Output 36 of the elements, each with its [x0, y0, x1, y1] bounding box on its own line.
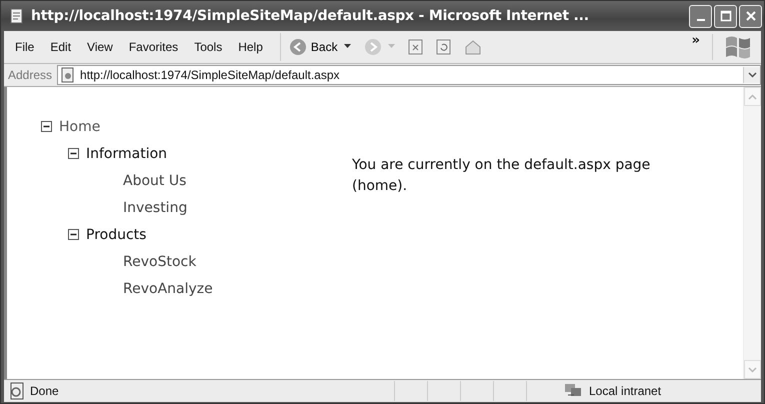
- tree-node-link[interactable]: Home: [59, 118, 100, 134]
- close-icon: [744, 10, 756, 22]
- page-message: You are currently on the default.aspx page (home).: [352, 156, 652, 196]
- tree-node-link[interactable]: Investing: [123, 200, 188, 216]
- status-text: Done: [30, 384, 60, 398]
- toolbar-chevron[interactable]: »: [692, 33, 700, 48]
- menu-item[interactable]: File: [8, 40, 44, 54]
- tree-node-link[interactable]: Products: [86, 226, 146, 242]
- maximize-icon: [720, 10, 732, 22]
- network-icon: [563, 383, 583, 399]
- refresh-icon[interactable]: [436, 39, 452, 55]
- menu-item[interactable]: Tools: [187, 40, 232, 54]
- maximize-button[interactable]: [714, 4, 737, 28]
- menu-item[interactable]: Help: [231, 40, 272, 54]
- zone-text: Local intranet: [589, 384, 662, 398]
- address-field[interactable]: http://localhost:1974/SimpleSiteMap/default.aspx: [57, 65, 761, 85]
- minimize-button[interactable]: [689, 4, 712, 28]
- menu-item[interactable]: View: [80, 40, 122, 54]
- back-button[interactable]: Back: [288, 38, 338, 56]
- tree-node-link[interactable]: RevoAnalyze: [123, 280, 213, 296]
- tree-node-link[interactable]: Information: [86, 146, 168, 162]
- collapse-icon[interactable]: [41, 121, 52, 132]
- close-button[interactable]: [739, 4, 762, 28]
- tree-node-link[interactable]: About Us: [123, 172, 186, 188]
- menu-item[interactable]: Favorites: [122, 40, 188, 54]
- collapse-icon[interactable]: [68, 148, 79, 159]
- minimize-icon: [696, 19, 704, 21]
- tree-node-link[interactable]: RevoStock: [123, 254, 196, 270]
- collapse-icon[interactable]: [68, 229, 79, 240]
- window-title: http://localhost:1974/SimpleSiteMap/default.aspx - Microsoft Internet ...: [31, 8, 590, 24]
- dropdown-arrow-icon[interactable]: [344, 44, 352, 50]
- menu-item[interactable]: Edit: [43, 40, 80, 54]
- page-icon: [60, 67, 76, 83]
- address-label: Address: [7, 68, 54, 82]
- page-icon: [9, 8, 25, 24]
- stop-icon[interactable]: [408, 39, 424, 55]
